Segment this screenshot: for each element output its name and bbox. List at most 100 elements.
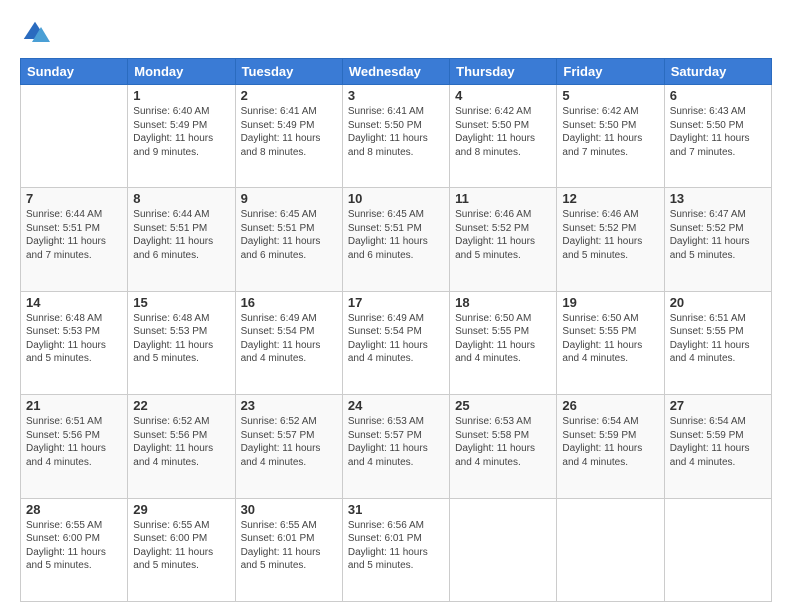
calendar-cell: 15 Sunrise: 6:48 AM Sunset: 5:53 PM Dayl… <box>128 291 235 394</box>
calendar-cell: 18 Sunrise: 6:50 AM Sunset: 5:55 PM Dayl… <box>450 291 557 394</box>
calendar-cell: 7 Sunrise: 6:44 AM Sunset: 5:51 PM Dayli… <box>21 188 128 291</box>
day-number: 14 <box>26 295 122 310</box>
day-info: Sunrise: 6:42 AM Sunset: 5:50 PM Dayligh… <box>562 105 658 159</box>
calendar-cell: 13 Sunrise: 6:47 AM Sunset: 5:52 PM Dayl… <box>664 188 771 291</box>
day-number: 28 <box>26 502 122 517</box>
logo-icon <box>20 18 50 48</box>
day-info: Sunrise: 6:54 AM Sunset: 5:59 PM Dayligh… <box>562 415 658 469</box>
day-info: Sunrise: 6:50 AM Sunset: 5:55 PM Dayligh… <box>562 312 658 366</box>
day-info: Sunrise: 6:44 AM Sunset: 5:51 PM Dayligh… <box>133 208 229 262</box>
day-number: 9 <box>241 191 337 206</box>
day-number: 3 <box>348 88 444 103</box>
day-number: 8 <box>133 191 229 206</box>
calendar-cell <box>557 498 664 601</box>
page: SundayMondayTuesdayWednesdayThursdayFrid… <box>0 0 792 612</box>
day-number: 23 <box>241 398 337 413</box>
calendar-table: SundayMondayTuesdayWednesdayThursdayFrid… <box>20 58 772 602</box>
day-info: Sunrise: 6:50 AM Sunset: 5:55 PM Dayligh… <box>455 312 551 366</box>
day-info: Sunrise: 6:53 AM Sunset: 5:57 PM Dayligh… <box>348 415 444 469</box>
calendar-cell: 5 Sunrise: 6:42 AM Sunset: 5:50 PM Dayli… <box>557 85 664 188</box>
day-info: Sunrise: 6:51 AM Sunset: 5:55 PM Dayligh… <box>670 312 766 366</box>
day-number: 29 <box>133 502 229 517</box>
calendar-cell: 20 Sunrise: 6:51 AM Sunset: 5:55 PM Dayl… <box>664 291 771 394</box>
day-info: Sunrise: 6:45 AM Sunset: 5:51 PM Dayligh… <box>348 208 444 262</box>
calendar-header-row: SundayMondayTuesdayWednesdayThursdayFrid… <box>21 59 772 85</box>
day-info: Sunrise: 6:47 AM Sunset: 5:52 PM Dayligh… <box>670 208 766 262</box>
calendar-header-sunday: Sunday <box>21 59 128 85</box>
header <box>20 18 772 48</box>
calendar-cell: 6 Sunrise: 6:43 AM Sunset: 5:50 PM Dayli… <box>664 85 771 188</box>
day-info: Sunrise: 6:46 AM Sunset: 5:52 PM Dayligh… <box>455 208 551 262</box>
day-info: Sunrise: 6:51 AM Sunset: 5:56 PM Dayligh… <box>26 415 122 469</box>
calendar-week-5: 28 Sunrise: 6:55 AM Sunset: 6:00 PM Dayl… <box>21 498 772 601</box>
day-number: 17 <box>348 295 444 310</box>
calendar-cell: 4 Sunrise: 6:42 AM Sunset: 5:50 PM Dayli… <box>450 85 557 188</box>
day-number: 13 <box>670 191 766 206</box>
calendar-header-friday: Friday <box>557 59 664 85</box>
day-info: Sunrise: 6:55 AM Sunset: 6:00 PM Dayligh… <box>26 519 122 573</box>
day-number: 27 <box>670 398 766 413</box>
calendar-cell: 22 Sunrise: 6:52 AM Sunset: 5:56 PM Dayl… <box>128 395 235 498</box>
day-number: 1 <box>133 88 229 103</box>
calendar-cell: 27 Sunrise: 6:54 AM Sunset: 5:59 PM Dayl… <box>664 395 771 498</box>
day-info: Sunrise: 6:41 AM Sunset: 5:49 PM Dayligh… <box>241 105 337 159</box>
calendar-cell: 12 Sunrise: 6:46 AM Sunset: 5:52 PM Dayl… <box>557 188 664 291</box>
day-number: 22 <box>133 398 229 413</box>
day-number: 24 <box>348 398 444 413</box>
calendar-cell: 2 Sunrise: 6:41 AM Sunset: 5:49 PM Dayli… <box>235 85 342 188</box>
day-info: Sunrise: 6:46 AM Sunset: 5:52 PM Dayligh… <box>562 208 658 262</box>
day-info: Sunrise: 6:41 AM Sunset: 5:50 PM Dayligh… <box>348 105 444 159</box>
day-info: Sunrise: 6:56 AM Sunset: 6:01 PM Dayligh… <box>348 519 444 573</box>
day-info: Sunrise: 6:55 AM Sunset: 6:00 PM Dayligh… <box>133 519 229 573</box>
day-number: 2 <box>241 88 337 103</box>
day-number: 12 <box>562 191 658 206</box>
day-number: 25 <box>455 398 551 413</box>
logo <box>20 18 54 48</box>
day-number: 20 <box>670 295 766 310</box>
calendar-header-tuesday: Tuesday <box>235 59 342 85</box>
calendar-cell: 14 Sunrise: 6:48 AM Sunset: 5:53 PM Dayl… <box>21 291 128 394</box>
day-number: 18 <box>455 295 551 310</box>
calendar-cell: 31 Sunrise: 6:56 AM Sunset: 6:01 PM Dayl… <box>342 498 449 601</box>
calendar-week-3: 14 Sunrise: 6:48 AM Sunset: 5:53 PM Dayl… <box>21 291 772 394</box>
calendar-cell: 11 Sunrise: 6:46 AM Sunset: 5:52 PM Dayl… <box>450 188 557 291</box>
calendar-week-2: 7 Sunrise: 6:44 AM Sunset: 5:51 PM Dayli… <box>21 188 772 291</box>
calendar-cell: 23 Sunrise: 6:52 AM Sunset: 5:57 PM Dayl… <box>235 395 342 498</box>
calendar-cell: 9 Sunrise: 6:45 AM Sunset: 5:51 PM Dayli… <box>235 188 342 291</box>
day-number: 6 <box>670 88 766 103</box>
calendar-cell: 10 Sunrise: 6:45 AM Sunset: 5:51 PM Dayl… <box>342 188 449 291</box>
calendar-header-wednesday: Wednesday <box>342 59 449 85</box>
day-number: 19 <box>562 295 658 310</box>
day-number: 11 <box>455 191 551 206</box>
calendar-week-1: 1 Sunrise: 6:40 AM Sunset: 5:49 PM Dayli… <box>21 85 772 188</box>
calendar-cell: 1 Sunrise: 6:40 AM Sunset: 5:49 PM Dayli… <box>128 85 235 188</box>
day-info: Sunrise: 6:49 AM Sunset: 5:54 PM Dayligh… <box>348 312 444 366</box>
day-number: 26 <box>562 398 658 413</box>
day-info: Sunrise: 6:40 AM Sunset: 5:49 PM Dayligh… <box>133 105 229 159</box>
day-info: Sunrise: 6:42 AM Sunset: 5:50 PM Dayligh… <box>455 105 551 159</box>
day-number: 30 <box>241 502 337 517</box>
day-info: Sunrise: 6:43 AM Sunset: 5:50 PM Dayligh… <box>670 105 766 159</box>
calendar-cell: 29 Sunrise: 6:55 AM Sunset: 6:00 PM Dayl… <box>128 498 235 601</box>
calendar-cell: 8 Sunrise: 6:44 AM Sunset: 5:51 PM Dayli… <box>128 188 235 291</box>
day-info: Sunrise: 6:48 AM Sunset: 5:53 PM Dayligh… <box>26 312 122 366</box>
day-info: Sunrise: 6:45 AM Sunset: 5:51 PM Dayligh… <box>241 208 337 262</box>
day-info: Sunrise: 6:53 AM Sunset: 5:58 PM Dayligh… <box>455 415 551 469</box>
calendar-header-thursday: Thursday <box>450 59 557 85</box>
calendar-cell <box>21 85 128 188</box>
calendar-cell: 3 Sunrise: 6:41 AM Sunset: 5:50 PM Dayli… <box>342 85 449 188</box>
day-info: Sunrise: 6:44 AM Sunset: 5:51 PM Dayligh… <box>26 208 122 262</box>
day-info: Sunrise: 6:48 AM Sunset: 5:53 PM Dayligh… <box>133 312 229 366</box>
day-info: Sunrise: 6:52 AM Sunset: 5:56 PM Dayligh… <box>133 415 229 469</box>
calendar-header-monday: Monday <box>128 59 235 85</box>
calendar-cell <box>450 498 557 601</box>
day-info: Sunrise: 6:49 AM Sunset: 5:54 PM Dayligh… <box>241 312 337 366</box>
calendar-cell: 28 Sunrise: 6:55 AM Sunset: 6:00 PM Dayl… <box>21 498 128 601</box>
day-info: Sunrise: 6:54 AM Sunset: 5:59 PM Dayligh… <box>670 415 766 469</box>
calendar-cell: 24 Sunrise: 6:53 AM Sunset: 5:57 PM Dayl… <box>342 395 449 498</box>
calendar-cell: 17 Sunrise: 6:49 AM Sunset: 5:54 PM Dayl… <box>342 291 449 394</box>
day-number: 16 <box>241 295 337 310</box>
day-number: 31 <box>348 502 444 517</box>
calendar-cell: 26 Sunrise: 6:54 AM Sunset: 5:59 PM Dayl… <box>557 395 664 498</box>
calendar-header-saturday: Saturday <box>664 59 771 85</box>
